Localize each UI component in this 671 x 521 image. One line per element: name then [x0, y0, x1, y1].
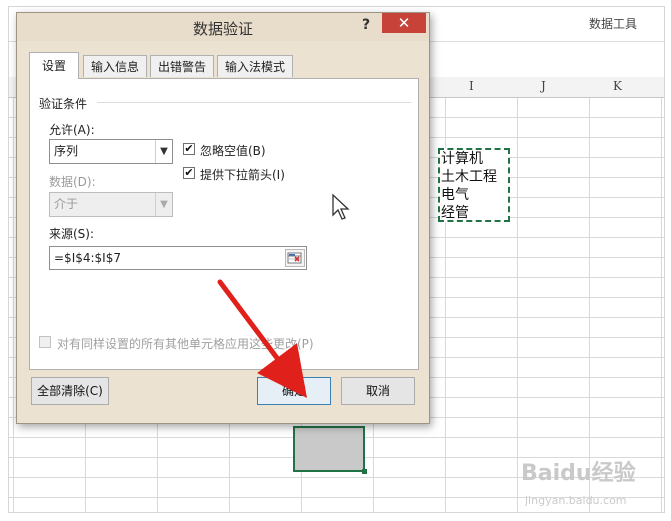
tab-settings[interactable]: 设置: [29, 52, 79, 79]
annotation-arrow-icon: [217, 279, 307, 398]
